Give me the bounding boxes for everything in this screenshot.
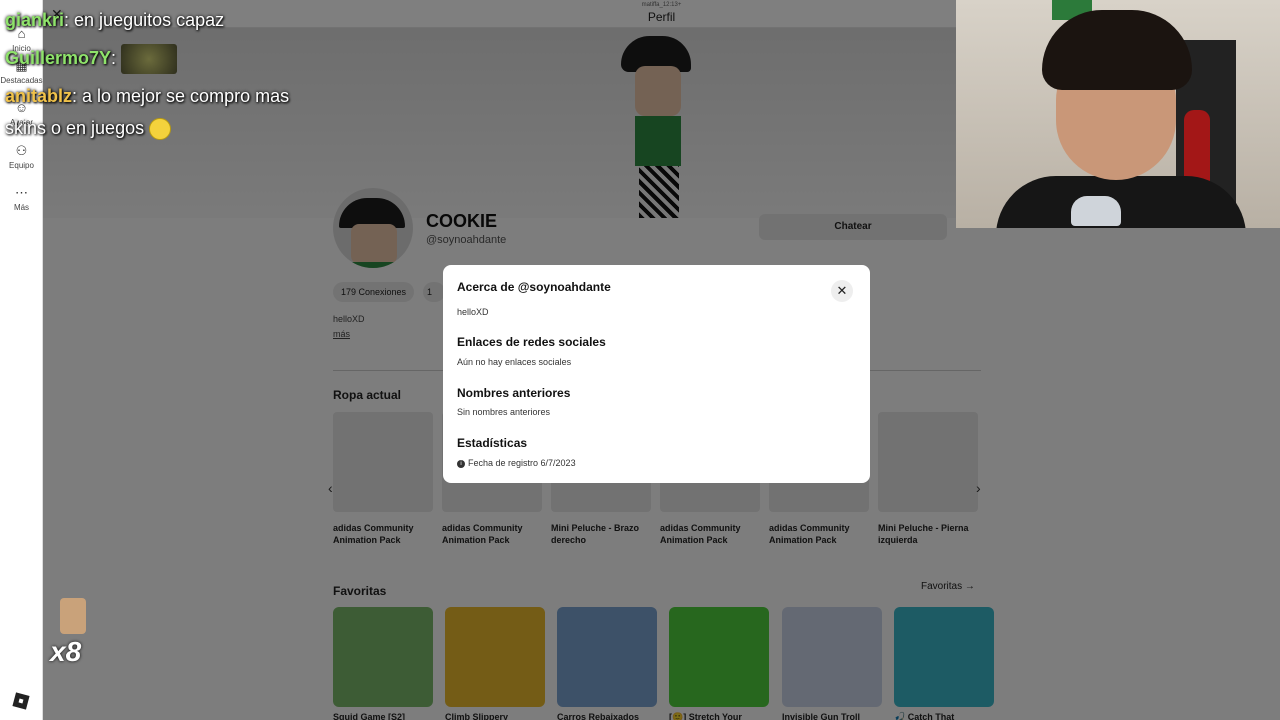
join-date-text: Fecha de registro 6/7/2023 bbox=[468, 458, 576, 468]
social-links-heading: Enlaces de redes sociales bbox=[457, 335, 606, 349]
nav-rail: ⌂ Inicio ▦ Destacadas ☺ Avatar ⚇ Equipo … bbox=[0, 0, 43, 720]
chat-message: : bbox=[111, 47, 117, 68]
roblox-logo-icon[interactable] bbox=[12, 692, 30, 710]
join-date: i Fecha de registro 6/7/2023 bbox=[457, 458, 576, 468]
nav-label: Más bbox=[13, 203, 30, 212]
stream-chat-line: giankri: en jueguitos capaz bbox=[5, 10, 224, 31]
close-icon: ✕ bbox=[836, 283, 848, 298]
nav-item-team[interactable]: ⚇ Equipo bbox=[0, 143, 43, 170]
emote-icon bbox=[121, 44, 178, 74]
chat-username: giankri bbox=[5, 10, 65, 30]
previous-names-text: Sin nombres anteriores bbox=[457, 407, 551, 417]
nav-label: Destacadas bbox=[0, 76, 43, 85]
stream-chat-line: Guillermo7Y: bbox=[5, 44, 178, 74]
smiley-emote-icon bbox=[149, 118, 172, 141]
chat-username: Guillermo7Y bbox=[5, 47, 112, 68]
stream-chat-line: skins o en juegos bbox=[5, 118, 172, 141]
info-icon: i bbox=[457, 459, 465, 468]
modal-bio: helloXD bbox=[457, 307, 489, 317]
badge-multiplier: x8 bbox=[50, 636, 82, 667]
nav-item-more[interactable]: ⋯ Más bbox=[0, 185, 43, 212]
modal-title: Acerca de @soynoahdante bbox=[457, 280, 611, 294]
social-links-text: Aún no hay enlaces sociales bbox=[457, 357, 572, 367]
stream-badge: x8 bbox=[38, 588, 110, 674]
chat-message: : a lo mejor se compro mas bbox=[72, 86, 290, 106]
chat-message: : en jueguitos capaz bbox=[64, 10, 225, 30]
stats-heading: Estadísticas bbox=[457, 436, 528, 450]
chat-username: anitablz bbox=[5, 86, 73, 106]
people-icon: ⚇ bbox=[15, 143, 28, 158]
badge-figure-icon bbox=[60, 598, 86, 634]
close-modal-button[interactable]: ✕ bbox=[831, 280, 853, 302]
about-modal: Acerca de @soynoahdante ✕ helloXD Enlace… bbox=[443, 265, 870, 483]
webcam-feed bbox=[956, 0, 1280, 228]
chat-message: skins o en juegos bbox=[5, 118, 145, 138]
nav-label: Equipo bbox=[9, 161, 34, 170]
stream-chat-line: anitablz: a lo mejor se compro mas bbox=[5, 86, 289, 107]
more-icon: ⋯ bbox=[15, 185, 28, 200]
previous-names-heading: Nombres anteriores bbox=[457, 386, 571, 400]
